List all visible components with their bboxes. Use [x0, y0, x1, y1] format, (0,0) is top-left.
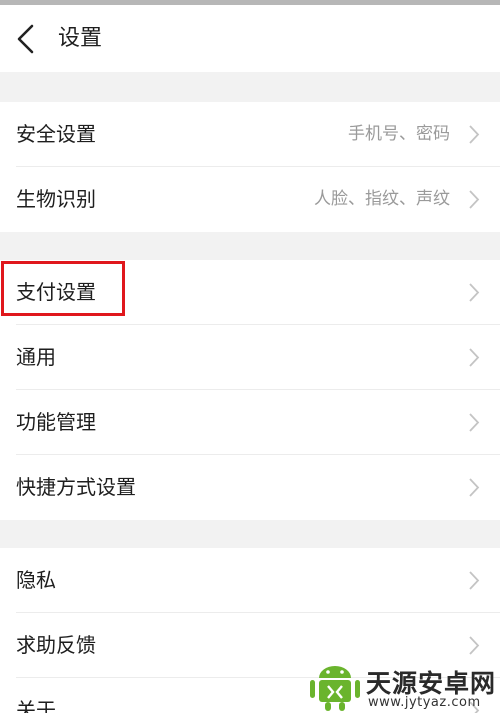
- settings-item-label: 求助反馈: [16, 633, 96, 657]
- chevron-right-icon: [469, 413, 480, 432]
- watermark-url: www.jytyaz.com: [368, 695, 481, 710]
- settings-group-account: 安全设置 手机号、密码 生物识别 人脸、指纹、声纹: [0, 102, 500, 232]
- chevron-right-icon: [469, 283, 480, 302]
- android-robot-icon: [310, 666, 360, 711]
- chevron-right-icon: [469, 478, 480, 497]
- settings-item-label: 关于: [16, 698, 56, 713]
- chevron-right-icon: [469, 125, 480, 144]
- settings-item-security[interactable]: 安全设置 手机号、密码: [0, 102, 500, 167]
- settings-item-label: 功能管理: [16, 410, 96, 434]
- site-watermark: 天源安卓网 www.jytyaz.com: [308, 662, 500, 713]
- settings-item-label: 支付设置: [16, 280, 96, 304]
- settings-item-label: 生物识别: [16, 187, 96, 211]
- chevron-right-icon: [469, 571, 480, 590]
- settings-group-general: 支付设置 通用 功能管理 快捷方式设置: [0, 260, 500, 520]
- settings-item-value: 手机号、密码: [348, 124, 450, 144]
- settings-item-label: 隐私: [16, 568, 56, 592]
- chevron-right-icon: [469, 348, 480, 367]
- settings-item-label: 通用: [16, 345, 56, 369]
- settings-item-label: 快捷方式设置: [16, 475, 136, 499]
- chevron-left-icon[interactable]: [14, 23, 38, 55]
- settings-item-general[interactable]: 通用: [0, 325, 500, 390]
- settings-item-biometrics[interactable]: 生物识别 人脸、指纹、声纹: [0, 167, 500, 232]
- settings-item-value: 人脸、指纹、声纹: [314, 189, 450, 209]
- settings-item-privacy[interactable]: 隐私: [0, 548, 500, 613]
- settings-item-features[interactable]: 功能管理: [0, 390, 500, 455]
- settings-item-payment[interactable]: 支付设置: [0, 260, 500, 325]
- page-title: 设置: [58, 26, 103, 51]
- chevron-right-icon: [469, 636, 480, 655]
- settings-item-label: 安全设置: [16, 122, 96, 146]
- chevron-right-icon: [469, 190, 480, 209]
- app-header: 设置: [0, 5, 500, 72]
- settings-item-shortcuts[interactable]: 快捷方式设置: [0, 455, 500, 520]
